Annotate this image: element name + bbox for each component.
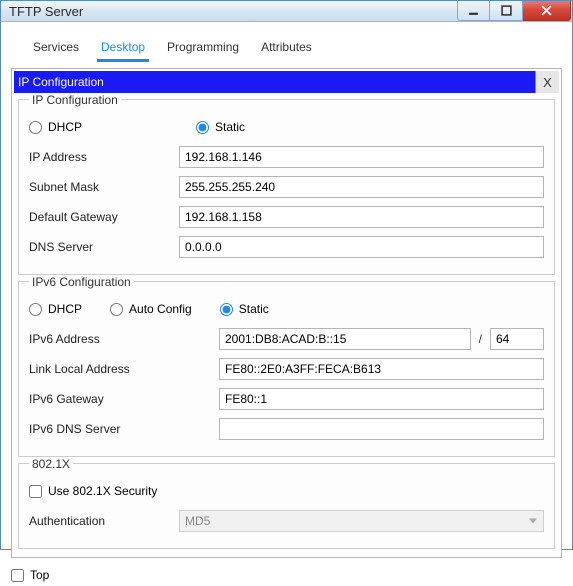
ipv6-static-input[interactable]	[220, 303, 233, 316]
ipv6-auto-label: Auto Config	[129, 302, 192, 316]
ipv6-auto-input[interactable]	[110, 303, 123, 316]
label-ip-address: IP Address	[29, 150, 179, 164]
input-link-local[interactable]	[219, 358, 544, 380]
panel-header: IP Configuration X	[14, 71, 559, 93]
label-subnet-mask: Subnet Mask	[29, 180, 179, 194]
ipv6-dhcp-label: DHCP	[48, 302, 82, 316]
ipv4-dhcp-label: DHCP	[48, 120, 82, 134]
ipv4-static-radio[interactable]: Static	[196, 120, 245, 134]
ipv6-auto-radio[interactable]: Auto Config	[110, 302, 192, 316]
ipv6-prefix-slash: /	[477, 332, 484, 346]
label-dns-server: DNS Server	[29, 240, 179, 254]
legend-8021x: 802.1X	[29, 457, 73, 471]
checkbox-use-8021x[interactable]	[29, 485, 42, 498]
input-ipv6-address[interactable]	[219, 328, 471, 350]
label-authentication: Authentication	[29, 514, 179, 528]
ipv4-dhcp-radio[interactable]: DHCP	[29, 120, 82, 134]
select-authentication: MD5	[179, 510, 544, 532]
panel-title: IP Configuration	[18, 75, 104, 89]
label-top: Top	[30, 568, 49, 582]
fieldset-ipv4: IP Configuration DHCP Static	[18, 99, 555, 275]
ipv6-dhcp-radio[interactable]: DHCP	[29, 302, 82, 316]
label-ipv6-dns: IPv6 DNS Server	[29, 422, 219, 436]
minimize-button[interactable]	[457, 1, 490, 21]
input-ipv6-prefix[interactable]	[490, 328, 544, 350]
ipv4-static-input[interactable]	[196, 121, 209, 134]
select-authentication-value: MD5	[185, 514, 210, 528]
input-dns-server[interactable]	[179, 236, 544, 258]
label-use-8021x: Use 802.1X Security	[48, 484, 157, 498]
label-default-gateway: Default Gateway	[29, 210, 179, 224]
ipv6-static-label: Static	[239, 302, 269, 316]
window-title: TFTP Server	[9, 4, 83, 19]
label-ipv6-gateway: IPv6 Gateway	[29, 392, 219, 406]
tab-attributes[interactable]: Attributes	[259, 36, 314, 62]
legend-ipv6: IPv6 Configuration	[29, 275, 134, 289]
label-link-local: Link Local Address	[29, 362, 219, 376]
fieldset-ipv6: IPv6 Configuration DHCP Auto Config	[18, 281, 555, 457]
tabstrip: Services Desktop Programming Attributes	[1, 22, 572, 62]
input-default-gateway[interactable]	[179, 206, 544, 228]
input-subnet-mask[interactable]	[179, 176, 544, 198]
close-button[interactable]	[523, 1, 571, 21]
ipv4-mode-row: DHCP Static	[29, 114, 544, 140]
ipv6-static-radio[interactable]: Static	[220, 302, 269, 316]
tab-services[interactable]: Services	[31, 36, 81, 62]
maximize-button[interactable]	[490, 1, 523, 21]
ipv6-dhcp-input[interactable]	[29, 303, 42, 316]
tab-desktop[interactable]: Desktop	[99, 36, 147, 62]
checkbox-top[interactable]	[11, 569, 24, 582]
ipv6-mode-row: DHCP Auto Config Static	[29, 296, 544, 322]
ipv4-dhcp-input[interactable]	[29, 121, 42, 134]
footer: Top	[1, 564, 572, 586]
fieldset-8021x: 802.1X Use 802.1X Security Authenticatio…	[18, 463, 555, 549]
tab-programming[interactable]: Programming	[165, 36, 241, 62]
label-ipv6-address: IPv6 Address	[29, 332, 219, 346]
ipv4-static-label: Static	[215, 120, 245, 134]
legend-ipv4: IP Configuration	[29, 93, 121, 107]
content-scroll[interactable]: IP Configuration X IP Configuration DHCP	[12, 69, 561, 557]
panel-close-button[interactable]: X	[535, 71, 559, 93]
window-controls	[457, 1, 572, 21]
input-ipv6-dns[interactable]	[219, 418, 544, 440]
input-ipv6-gateway[interactable]	[219, 388, 544, 410]
titlebar: TFTP Server	[1, 1, 572, 22]
input-ip-address[interactable]	[179, 146, 544, 168]
